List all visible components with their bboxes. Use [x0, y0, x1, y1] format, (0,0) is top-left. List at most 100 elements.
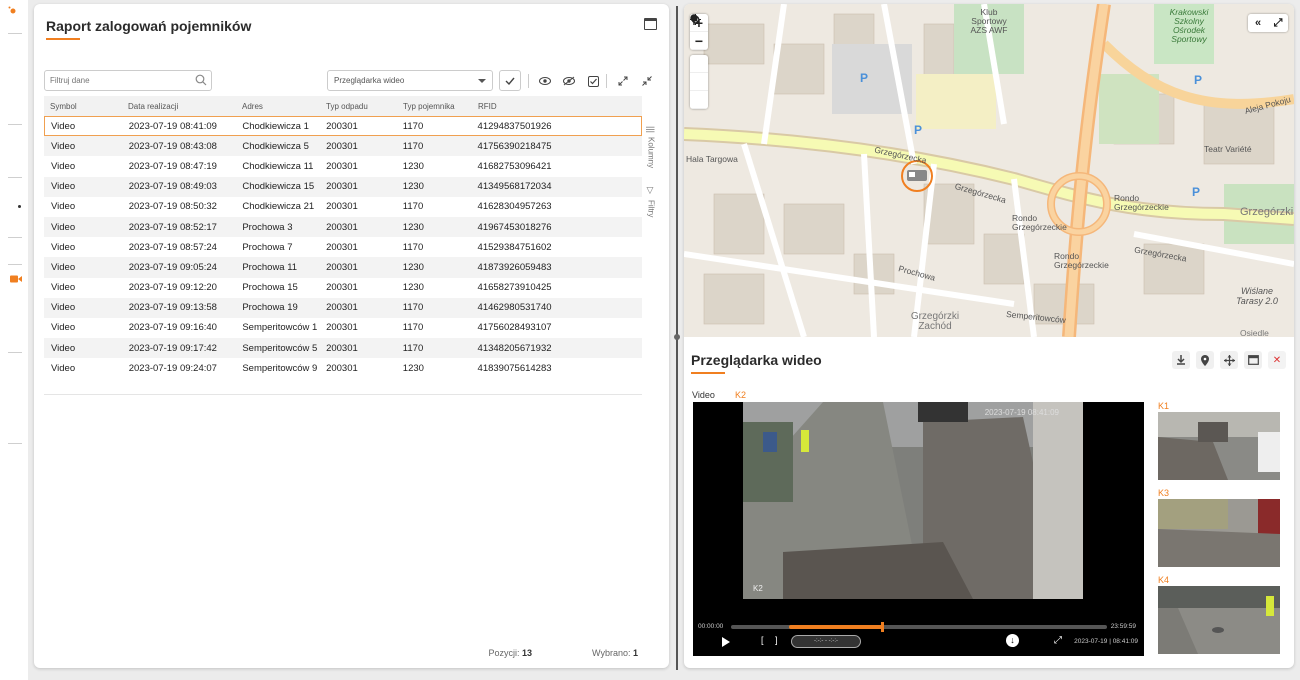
mark-in-icon[interactable]: [: [761, 635, 764, 645]
filter-input[interactable]: [44, 70, 212, 91]
location-pin-icon[interactable]: [1196, 351, 1214, 369]
table-cell: 41658273910425: [477, 282, 552, 294]
table-cell: Prochowa 19: [242, 302, 298, 314]
table-row[interactable]: Video 2023-07-19 08:57:24 Prochowa 7 200301…: [44, 237, 642, 257]
collapse-left-icon[interactable]: «: [1248, 14, 1268, 32]
table-cell: Prochowa 3: [242, 221, 293, 233]
selected-value: 1: [632, 648, 638, 658]
apply-button[interactable]: [499, 70, 521, 91]
table-row[interactable]: Video 2023-07-19 09:24:07 Semperitowców 9 2…: [44, 358, 642, 378]
table-cell: Video: [51, 140, 76, 152]
filters-tab[interactable]: ▽ Filtry: [646, 186, 656, 217]
table-cell: 1170: [402, 201, 424, 213]
street-label: Grzegórzecka: [953, 180, 1008, 206]
map-fullscreen-icon[interactable]: ⤢: [1268, 14, 1288, 32]
rail-separator: [8, 237, 22, 238]
pin-icon[interactable]: [690, 14, 708, 109]
table-row[interactable]: Video 2023-07-19 09:16:40 Semperitowców 1 2…: [44, 318, 642, 338]
camera-thumbnail-k3[interactable]: [1158, 499, 1280, 567]
select-all-icon[interactable]: [584, 72, 602, 90]
district-label: Grzegórzki: [1240, 206, 1294, 218]
selected-label: Wybrano:: [592, 648, 631, 658]
poi-label: Rondo Grzegórzeckie: [1114, 193, 1169, 212]
column-header[interactable]: Typ pojemnika: [403, 102, 478, 111]
table-cell: Semperitowców 1: [242, 322, 318, 334]
rail-dot-icon[interactable]: [18, 205, 21, 208]
timeline-handle[interactable]: [881, 622, 885, 632]
table-toolbar: Przeglądarka wideo: [44, 70, 660, 92]
zoom-out-button[interactable]: −: [690, 32, 708, 50]
camera-thumbnail-k1[interactable]: [1158, 412, 1280, 480]
table-row[interactable]: Video 2023-07-19 08:52:17 Prochowa 3 200301…: [44, 216, 642, 238]
columns-tab[interactable]: ||| Kolumny: [646, 126, 656, 168]
poi-label: Rondo Grzegórzeckie: [1012, 213, 1067, 232]
table-cell: Chodkiewicza 5: [242, 140, 309, 152]
column-header[interactable]: Data realizacji: [128, 102, 242, 111]
table-cell: 1170: [402, 342, 424, 354]
camera-icon[interactable]: [10, 270, 22, 283]
video-player[interactable]: 2023-07-19 08:41:09 K2 00:00:00 23:59:59…: [693, 402, 1144, 656]
column-header[interactable]: Adres: [242, 102, 326, 111]
table-cell: 200301: [326, 362, 358, 374]
rail-separator: [8, 443, 22, 444]
close-icon[interactable]: ✕: [1268, 351, 1286, 369]
move-icon[interactable]: [1220, 351, 1238, 369]
thumbnail-label: K4: [1158, 575, 1170, 585]
map-search-icon[interactable]: [690, 14, 708, 73]
poi-label: Wiślane Tarasy 2.0: [1236, 286, 1278, 306]
table-row[interactable]: Video 2023-07-19 08:49:03 Chodkiewicza 15 2…: [44, 176, 642, 197]
table-cell: 1230: [402, 160, 424, 172]
district-label: Osiedle: [1240, 328, 1269, 337]
table-cell: Video: [51, 362, 76, 374]
fullscreen-icon[interactable]: ⤢: [1054, 635, 1062, 646]
table-cell: 41967453018276: [477, 221, 552, 233]
column-header[interactable]: Typ odpadu: [326, 102, 403, 111]
column-header[interactable]: RFID: [478, 102, 642, 111]
locate-icon[interactable]: [690, 14, 708, 91]
table-cell: 41462980531740: [477, 302, 552, 314]
view-select[interactable]: Przeglądarka wideo: [327, 70, 493, 91]
table-cell: 2023-07-19 09:12:20: [128, 282, 217, 294]
hide-icon[interactable]: [560, 72, 578, 90]
show-icon[interactable]: [536, 72, 554, 90]
splitter-handle[interactable]: [674, 334, 680, 340]
table-cell: Video: [51, 181, 76, 193]
report-panel: Raport zalogowań pojemników Przeglądarka…: [34, 4, 669, 668]
frame-timestamp: 2023-07-19 08:41:09: [984, 408, 1059, 417]
download-clip-icon[interactable]: ↓: [1006, 634, 1019, 647]
range-display[interactable]: -:-:- - -:-:-: [791, 635, 861, 648]
table-cell: 41756028493107: [477, 322, 552, 334]
mark-out-icon[interactable]: ]: [775, 635, 778, 645]
maximize-window-icon[interactable]: [644, 18, 657, 30]
rail-separator: [8, 177, 22, 178]
search-icon[interactable]: [195, 74, 207, 86]
play-icon[interactable]: [722, 637, 730, 647]
table-row[interactable]: Video 2023-07-19 08:47:19 Chodkiewicza 11 2…: [44, 156, 642, 176]
table-row[interactable]: Video 2023-07-19 09:05:24 Prochowa 11 20030…: [44, 257, 642, 278]
column-header[interactable]: Symbol: [44, 102, 128, 111]
table-row[interactable]: Video 2023-07-19 08:43:08 Chodkiewicza 5 20…: [44, 136, 642, 157]
timeline-scrubber[interactable]: [731, 622, 1107, 632]
table-cell: Semperitowców 9: [242, 362, 318, 374]
current-time: 2023-07-19 | 08:41:09: [1074, 638, 1138, 645]
table-cell: Video: [51, 282, 76, 294]
expand-icon[interactable]: [614, 72, 632, 90]
table-cell: 41529384751602: [477, 241, 552, 253]
poi-label: Rondo Grzegórzeckie: [1054, 251, 1109, 270]
map[interactable]: PPPP Grzegórzecka Grzegórzecka Grzegórze…: [684, 4, 1294, 337]
download-icon[interactable]: [1172, 351, 1190, 369]
table-cell: Video: [51, 221, 76, 233]
table-cell: Video: [51, 241, 76, 253]
table-row[interactable]: Video 2023-07-19 09:12:20 Prochowa 15 20030…: [44, 278, 642, 298]
table-cell: 2023-07-19 08:57:24: [128, 241, 217, 253]
camera-thumbnail-k4[interactable]: [1158, 586, 1280, 654]
collapse-icon[interactable]: [638, 72, 656, 90]
table-row[interactable]: Video 2023-07-19 08:41:09 Chodkiewicza 1 20…: [44, 116, 642, 137]
table-cell: Video: [51, 261, 76, 273]
table-cell: 2023-07-19 08:43:08: [128, 140, 217, 152]
table-row[interactable]: Video 2023-07-19 09:13:58 Prochowa 19 20030…: [44, 297, 642, 318]
table-row[interactable]: Video 2023-07-19 08:50:32 Chodkiewicza 21 2…: [44, 197, 642, 217]
logo-icon[interactable]: [8, 6, 18, 16]
window-icon[interactable]: [1244, 351, 1262, 369]
table-row[interactable]: Video 2023-07-19 09:17:42 Semperitowców 5 2…: [44, 338, 642, 359]
